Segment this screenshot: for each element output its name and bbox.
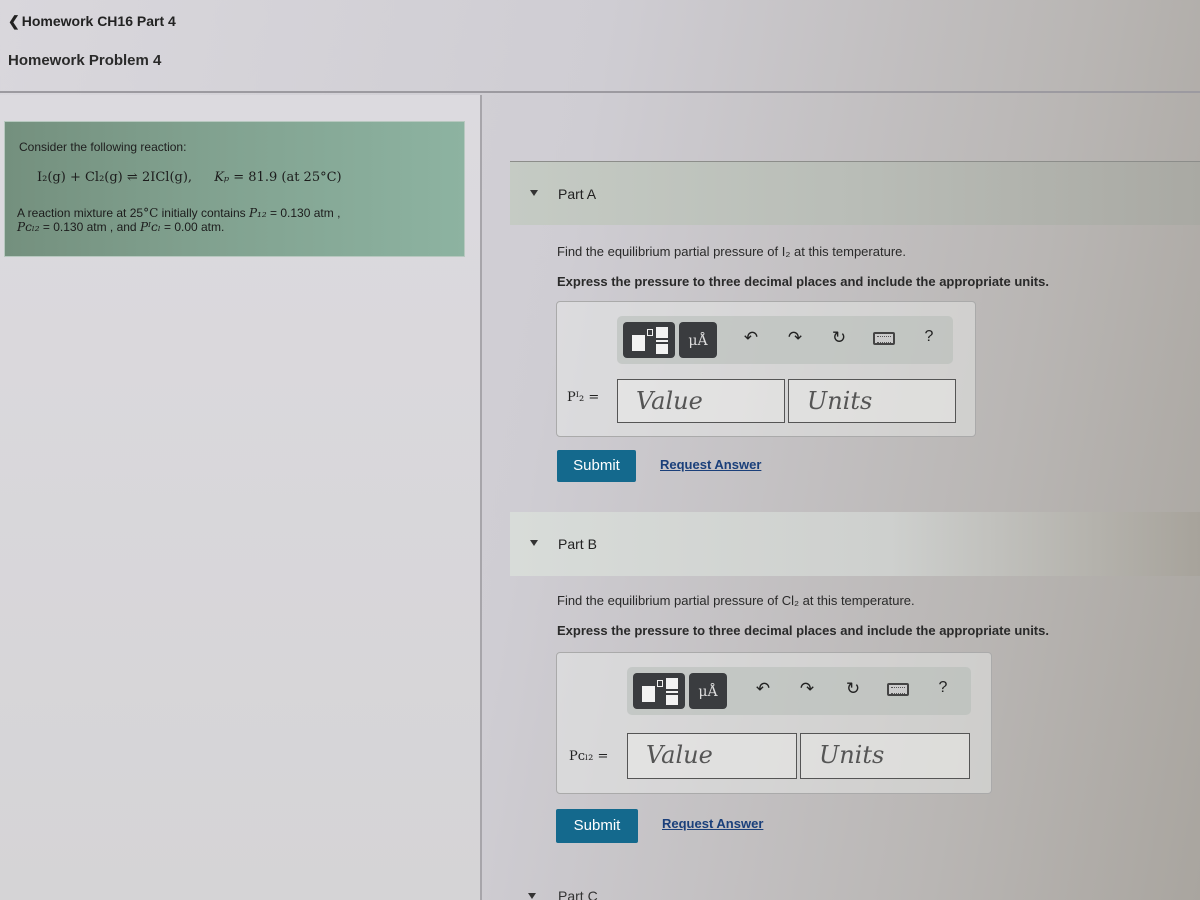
p-icl-label: Pᴵᴄₗ <box>139 220 161 234</box>
breadcrumb-back-link[interactable]: ❮ Homework CH16 Part 4 <box>8 13 176 30</box>
reset-icon[interactable]: ↻ <box>827 328 851 348</box>
part-b-answer-box: μÅ ↶ ↷ ↻ ? Pᴄₗ₂ = <box>556 652 992 794</box>
conditions-text-mid: initially contains <box>158 206 249 220</box>
undo-icon[interactable]: ↶ <box>739 328 763 348</box>
conditions-text: A reaction mixture at 25 <box>17 206 144 220</box>
units-button[interactable]: μÅ <box>689 673 727 709</box>
part-a-header[interactable]: Part A <box>510 161 1200 225</box>
degree-c: °C <box>143 206 159 220</box>
part-b-header[interactable]: Part B <box>510 512 1200 576</box>
equilibrium-arrow: ⇌ <box>126 170 138 185</box>
collapse-triangle-icon <box>530 190 538 196</box>
collapse-triangle-icon <box>528 893 536 899</box>
template-glyph <box>666 678 678 689</box>
p-cl2-label: Pᴄₗ₂ <box>17 220 40 234</box>
p-cl2-value: = 0.130 atm , and <box>39 220 140 234</box>
reset-icon[interactable]: ↻ <box>841 679 865 699</box>
part-a-variable-label: Pᴵ₂ = <box>567 390 600 405</box>
part-b-question: Find the equilibrium partial pressure of… <box>557 593 915 608</box>
part-b-request-answer-link[interactable]: Request Answer <box>662 816 763 831</box>
problem-intro: Consider the following reaction: <box>19 140 187 154</box>
part-a-units-field[interactable] <box>788 379 956 423</box>
reaction-equation: I₂(g) + Cl₂(g) ⇌ 2ICl(g), Kₚ = 81.9 (at … <box>37 170 342 185</box>
undo-icon[interactable]: ↶ <box>751 679 775 699</box>
problem-statement: Consider the following reaction: I₂(g) +… <box>4 121 465 257</box>
help-icon[interactable]: ? <box>931 679 955 697</box>
part-a-question: Find the equilibrium partial pressure of… <box>557 244 906 259</box>
template-glyph <box>666 695 678 705</box>
top-bar: ❮ Homework CH16 Part 4 Homework Problem 4 <box>0 0 1200 93</box>
p-icl-value: = 0.00 atm. <box>160 220 225 234</box>
part-b-value-input[interactable] <box>646 734 796 776</box>
part-b-math-toolbar: μÅ ↶ ↷ ↻ ? <box>627 667 971 715</box>
part-a-instruction: Express the pressure to three decimal pl… <box>557 274 1049 289</box>
part-c-header[interactable]: Part C <box>558 888 598 900</box>
breadcrumb-label: Homework CH16 Part 4 <box>21 13 176 29</box>
template-glyph <box>647 329 653 336</box>
part-b-label: Part B <box>558 536 597 552</box>
redo-icon[interactable]: ↷ <box>795 679 819 699</box>
template-glyph <box>656 344 668 354</box>
template-glyph <box>657 680 663 687</box>
chevron-left-icon: ❮ <box>8 13 20 29</box>
part-a-answer-box: μÅ ↶ ↷ ↻ ? Pᴵ₂ = <box>556 301 976 437</box>
keyboard-icon[interactable] <box>887 683 909 696</box>
part-a-math-toolbar: μÅ ↶ ↷ ↻ ? <box>617 316 953 364</box>
page-title: Homework Problem 4 <box>8 52 162 69</box>
part-a-label: Part A <box>558 186 597 202</box>
template-glyph <box>656 340 668 342</box>
help-icon[interactable]: ? <box>917 328 941 346</box>
part-b-variable-label: Pᴄₗ₂ = <box>569 749 609 764</box>
part-a-units-input[interactable] <box>807 380 955 422</box>
part-b-units-field[interactable] <box>800 733 970 779</box>
part-b-submit-button[interactable]: Submit <box>556 809 638 843</box>
template-glyph <box>666 691 678 693</box>
templates-button[interactable] <box>623 322 675 358</box>
templates-button[interactable] <box>633 673 685 709</box>
keyboard-icon[interactable] <box>873 332 895 345</box>
part-a-submit-button[interactable]: Submit <box>557 450 636 482</box>
p-i2-value: = 0.130 atm , <box>266 206 341 220</box>
units-button[interactable]: μÅ <box>679 322 717 358</box>
template-glyph <box>656 327 668 338</box>
part-b-units-input[interactable] <box>819 734 969 776</box>
reactants: I₂(g) + Cl₂(g) <box>37 170 123 185</box>
collapse-triangle-icon <box>530 540 538 546</box>
templates-icon <box>632 335 645 351</box>
part-b-value-field[interactable] <box>627 733 797 779</box>
part-b-instruction: Express the pressure to three decimal pl… <box>557 623 1049 638</box>
templates-icon <box>642 686 655 702</box>
part-a-value-field[interactable] <box>617 379 785 423</box>
part-a-request-answer-link[interactable]: Request Answer <box>660 457 761 472</box>
redo-icon[interactable]: ↷ <box>783 328 807 348</box>
part-a-value-input[interactable] <box>636 380 784 422</box>
initial-conditions: A reaction mixture at 25°C initially con… <box>17 206 462 234</box>
kp-value: = 81.9 (at 25°C) <box>233 170 342 185</box>
products: 2ICl(g), <box>141 170 193 185</box>
kp-label: Kₚ <box>214 170 230 185</box>
p-i2-label: P₁₂ <box>248 206 267 220</box>
